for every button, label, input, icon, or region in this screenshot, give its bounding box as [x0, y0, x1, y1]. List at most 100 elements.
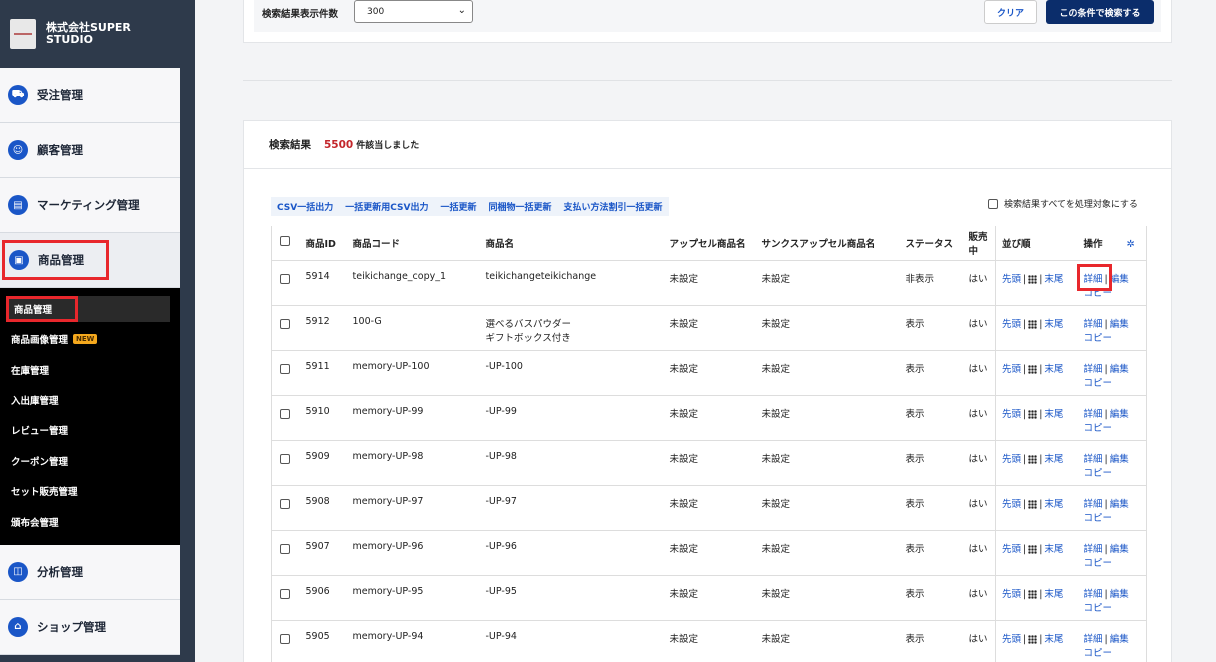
sub-item-product-management[interactable]: 商品管理: [0, 294, 180, 324]
clear-button[interactable]: クリア: [984, 0, 1037, 24]
edit-link[interactable]: 編集: [1110, 274, 1129, 285]
drag-handle-icon[interactable]: [1028, 589, 1038, 599]
sort-last-link[interactable]: 末尾: [1044, 274, 1063, 285]
copy-link[interactable]: コピー: [1084, 378, 1113, 389]
row-checkbox[interactable]: [280, 498, 290, 509]
drag-handle-icon[interactable]: [1028, 409, 1038, 419]
cell-name-line: -UP-96: [485, 540, 517, 552]
sort-first-link[interactable]: 先頭: [1002, 274, 1021, 285]
sub-item-product-images[interactable]: 商品画像管理 NEW: [0, 324, 180, 354]
drag-handle-icon[interactable]: [1028, 544, 1038, 554]
row-checkbox[interactable]: [280, 633, 290, 644]
sort-last-link[interactable]: 末尾: [1044, 544, 1063, 555]
copy-link[interactable]: コピー: [1084, 648, 1113, 659]
sub-item-reviews[interactable]: レビュー管理: [0, 415, 180, 445]
copy-link[interactable]: コピー: [1084, 558, 1113, 569]
nav-item-analytics[interactable]: ◫ 分析管理: [0, 544, 180, 600]
bundle-bulk-update-button[interactable]: 同梱物一括更新: [482, 197, 557, 216]
detail-link[interactable]: 詳細: [1084, 454, 1103, 465]
row-checkbox[interactable]: [280, 588, 290, 599]
search-button[interactable]: この条件で検索する: [1046, 0, 1154, 24]
sort-last-link[interactable]: 末尾: [1044, 319, 1063, 330]
edit-link[interactable]: 編集: [1110, 409, 1129, 420]
cell-status: 表示: [899, 350, 963, 396]
drag-handle-icon[interactable]: [1028, 319, 1038, 329]
all-target-checkbox[interactable]: [988, 198, 998, 209]
row-checkbox[interactable]: [280, 273, 290, 284]
sort-last-link[interactable]: 末尾: [1044, 634, 1063, 645]
drag-handle-icon[interactable]: [1028, 454, 1038, 464]
edit-link[interactable]: 編集: [1110, 499, 1129, 510]
row-checkbox[interactable]: [280, 543, 290, 554]
bulk-update-button[interactable]: 一括更新: [434, 197, 482, 216]
col-header-operations: 操作 ✲: [1077, 226, 1147, 261]
sort-first-link[interactable]: 先頭: [1002, 364, 1021, 375]
detail-link[interactable]: 詳細: [1084, 409, 1103, 420]
row-checkbox[interactable]: [280, 363, 290, 374]
sort-first-link[interactable]: 先頭: [1002, 634, 1021, 645]
sort-first-link[interactable]: 先頭: [1002, 409, 1021, 420]
row-checkbox[interactable]: [280, 453, 290, 464]
detail-link[interactable]: 詳細: [1084, 364, 1103, 375]
cell-on-sale: はい: [962, 350, 996, 396]
row-checkbox[interactable]: [280, 408, 290, 419]
bulk-update-csv-button[interactable]: 一括更新用CSV出力: [339, 197, 434, 216]
count-select[interactable]: 300 ⌄: [354, 0, 473, 23]
csv-export-button[interactable]: CSV一括出力: [271, 197, 339, 216]
copy-link[interactable]: コピー: [1084, 513, 1113, 524]
col-header-operations-label: 操作: [1083, 238, 1103, 250]
sub-item-subscription-box[interactable]: 頒布会管理: [0, 506, 180, 536]
copy-link[interactable]: コピー: [1084, 468, 1113, 479]
edit-link[interactable]: 編集: [1110, 454, 1129, 465]
detail-link[interactable]: 詳細: [1084, 544, 1103, 555]
cell-code: teikichange_copy_1: [346, 260, 480, 306]
detail-link[interactable]: 詳細: [1084, 319, 1103, 330]
cell-operations: 詳細 | 編集 コピー: [1077, 305, 1147, 351]
select-all-checkbox[interactable]: [280, 236, 290, 247]
detail-link[interactable]: 詳細: [1084, 589, 1103, 600]
edit-link[interactable]: 編集: [1110, 364, 1129, 375]
edit-link[interactable]: 編集: [1110, 319, 1129, 330]
cell-code: memory-UP-99: [346, 395, 480, 441]
nav-item-marketing[interactable]: ▤ マーケティング管理: [0, 178, 180, 233]
sub-item-stock-io[interactable]: 入出庫管理: [0, 385, 180, 415]
copy-link[interactable]: コピー: [1084, 603, 1113, 614]
all-target-toggle[interactable]: 検索結果すべてを処理対象にする: [988, 197, 1138, 210]
edit-link[interactable]: 編集: [1110, 544, 1129, 555]
sub-item-inventory[interactable]: 在庫管理: [0, 354, 180, 384]
nav-item-label: 商品管理: [38, 253, 84, 267]
edit-link[interactable]: 編集: [1110, 634, 1129, 645]
sort-last-link[interactable]: 末尾: [1044, 409, 1063, 420]
nav-item-shop[interactable]: ⌂ ショップ管理: [0, 599, 180, 655]
nav-item-products[interactable]: ▣ 商品管理: [0, 233, 180, 288]
gear-icon[interactable]: ✲: [1127, 239, 1135, 250]
sub-item-coupons[interactable]: クーポン管理: [0, 446, 180, 476]
count-label: 検索結果表示件数: [262, 9, 339, 20]
detail-link[interactable]: 詳細: [1084, 499, 1103, 510]
drag-handle-icon[interactable]: [1028, 499, 1038, 509]
edit-link[interactable]: 編集: [1110, 589, 1129, 600]
sort-last-link[interactable]: 末尾: [1044, 499, 1063, 510]
box-icon: ▣: [9, 250, 29, 270]
sort-first-link[interactable]: 先頭: [1002, 454, 1021, 465]
nav-item-orders[interactable]: ⛟ 受注管理: [0, 68, 180, 123]
sort-last-link[interactable]: 末尾: [1044, 364, 1063, 375]
nav-item-customers[interactable]: ☺ 顧客管理: [0, 123, 180, 178]
drag-handle-icon[interactable]: [1028, 634, 1038, 644]
drag-handle-icon[interactable]: [1028, 274, 1038, 284]
copy-link[interactable]: コピー: [1084, 333, 1113, 344]
sort-first-link[interactable]: 先頭: [1002, 499, 1021, 510]
copy-link[interactable]: コピー: [1084, 423, 1113, 434]
sort-first-link[interactable]: 先頭: [1002, 319, 1021, 330]
sort-first-link[interactable]: 先頭: [1002, 544, 1021, 555]
row-checkbox[interactable]: [280, 318, 290, 329]
cell-id: 5911: [299, 350, 347, 396]
detail-link[interactable]: 詳細: [1084, 634, 1103, 645]
sort-last-link[interactable]: 末尾: [1044, 589, 1063, 600]
drag-handle-icon[interactable]: [1028, 364, 1038, 374]
sort-first-link[interactable]: 先頭: [1002, 589, 1021, 600]
sub-item-set-sales[interactable]: セット販売管理: [0, 476, 180, 506]
cell-id: 5914: [299, 260, 347, 306]
payment-discount-bulk-update-button[interactable]: 支払い方法割引一括更新: [558, 197, 669, 216]
sort-last-link[interactable]: 末尾: [1044, 454, 1063, 465]
